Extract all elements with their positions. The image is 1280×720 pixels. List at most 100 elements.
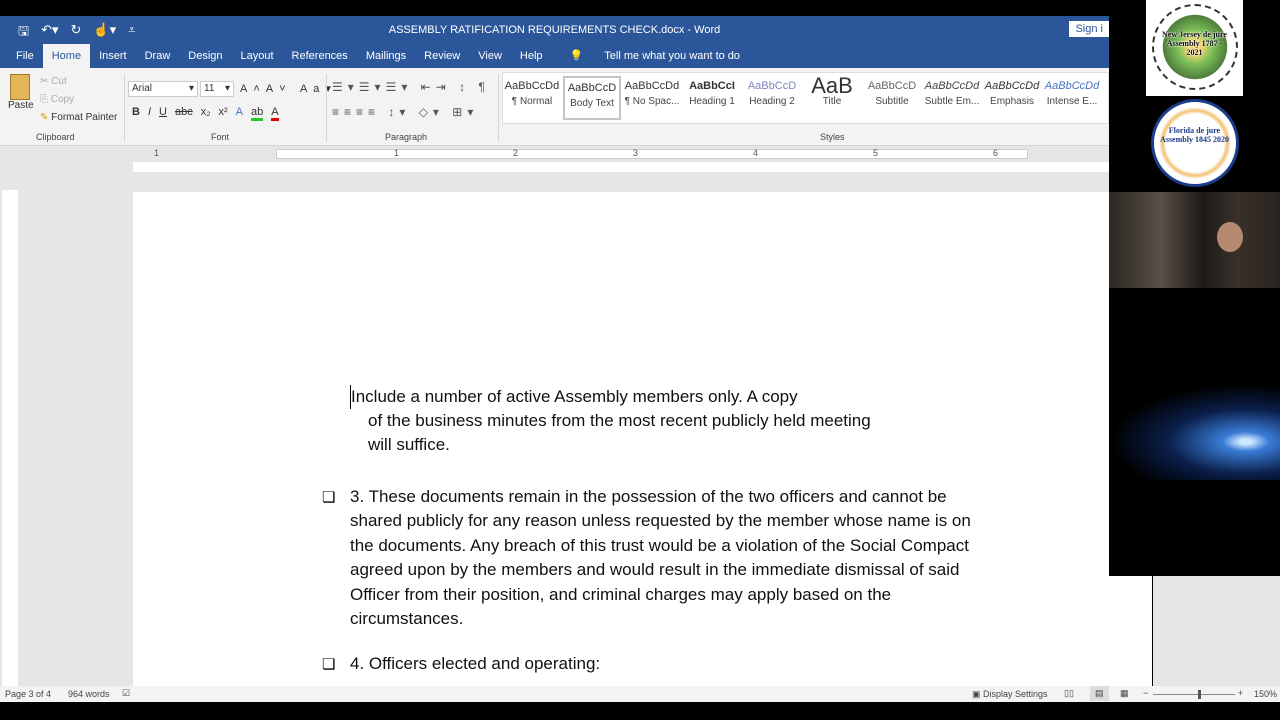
ruler-number: 4 xyxy=(753,148,759,158)
style-title[interactable]: AaB Title xyxy=(803,76,861,120)
tab-view[interactable]: View xyxy=(469,44,511,68)
style-normal[interactable]: AaBbCcDd ¶ Normal xyxy=(503,76,561,120)
style-preview: AaBbCcDd xyxy=(984,80,1040,92)
style-no-spacing[interactable]: AaBbCcDd ¶ No Spac... xyxy=(623,76,681,120)
style-heading-2[interactable]: AaBbCcD Heading 2 xyxy=(743,76,801,120)
style-name: Title xyxy=(822,96,842,107)
new-jersey-assembly-logo: New Jersey de jure Assembly 1787 - 2021 xyxy=(1146,0,1243,96)
proofing-icon[interactable]: ☑ xyxy=(122,688,130,699)
paragraph-line: the documents. Any breach of this trust … xyxy=(350,535,969,555)
style-preview: AaBbCcDd xyxy=(1044,80,1100,92)
tab-review[interactable]: Review xyxy=(415,44,469,68)
display-icon: ▣ xyxy=(972,689,981,699)
ruler-number: 2 xyxy=(513,148,519,158)
style-name: Body Text xyxy=(570,98,614,109)
clipboard-group-label: Clipboard xyxy=(36,132,75,142)
style-preview: AaBbCcD xyxy=(867,80,917,92)
paragraph-line: of the business minutes from the most re… xyxy=(368,411,871,430)
font-name-select[interactable]: Arial ▾ xyxy=(128,81,198,97)
checkbox-bullet-icon: ❏ xyxy=(322,489,336,506)
tab-layout[interactable]: Layout xyxy=(232,44,283,68)
print-layout-icon[interactable]: ▤ xyxy=(1090,686,1109,701)
zoom-in-button[interactable]: + xyxy=(1238,688,1243,698)
paragraph-line: 3. These documents remain in the possess… xyxy=(350,487,947,506)
paragraph-line: will suffice. xyxy=(368,435,450,454)
subscript-button[interactable]: x₂ xyxy=(201,106,211,121)
tab-design[interactable]: Design xyxy=(179,44,231,68)
style-name: Heading 2 xyxy=(749,96,795,107)
style-name: Subtitle xyxy=(875,96,909,107)
font-size-tools[interactable]: A˄A˅ Aa▾ xyxy=(240,82,337,95)
word-count[interactable]: 964 words xyxy=(68,689,110,699)
ruler-number: 6 xyxy=(993,148,999,158)
document-page[interactable]: Include a number of active Assembly memb… xyxy=(133,192,1152,686)
superscript-button[interactable]: x² xyxy=(219,106,228,121)
list-indent-buttons[interactable]: ☰▾☰▾☰▾ ⇤⇥ ↕ ¶ xyxy=(332,80,490,94)
style-subtle-emphasis[interactable]: AaBbCcDd Subtle Em... xyxy=(923,76,981,120)
highlight-button[interactable]: ab xyxy=(251,106,264,121)
style-heading-1[interactable]: AaBbCcI Heading 1 xyxy=(683,76,741,120)
read-mode-icon[interactable]: ▯▯ xyxy=(1064,688,1074,699)
underline-button[interactable]: U xyxy=(159,106,167,121)
paste-button[interactable]: Paste xyxy=(8,74,34,111)
ribbon-tabs: File Home Insert Draw Design Layout Refe… xyxy=(0,44,1109,68)
page-count[interactable]: Page 3 of 4 xyxy=(5,689,51,699)
style-subtitle[interactable]: AaBbCcD Subtitle xyxy=(863,76,921,120)
style-name: Emphasis xyxy=(990,96,1034,107)
font-format-buttons: BIU abc x₂ x² A ab A xyxy=(132,106,279,121)
styles-group-label: Styles xyxy=(820,132,845,142)
style-name: Heading 1 xyxy=(689,96,735,107)
copy-button[interactable]: ⎘ Copy xyxy=(40,94,74,105)
ruler-number: 5 xyxy=(873,148,879,158)
style-name: ¶ Normal xyxy=(511,96,553,107)
paragraph-line: circumstances. xyxy=(350,609,464,629)
tell-me-search[interactable]: 💡 Tell me what you want to do xyxy=(552,44,759,68)
paragraph-group-label: Paragraph xyxy=(385,132,428,142)
italic-button[interactable]: I xyxy=(148,106,151,121)
sign-in-button[interactable]: Sign i xyxy=(1069,21,1109,37)
font-size-value: 11 xyxy=(204,83,215,94)
document-area-right xyxy=(1153,576,1280,686)
display-settings-button[interactable]: ▣ Display Settings xyxy=(972,689,1048,700)
style-emphasis[interactable]: AaBbCcDd Emphasis xyxy=(983,76,1041,120)
tab-draw[interactable]: Draw xyxy=(136,44,180,68)
style-preview: AaBbCcD xyxy=(567,82,617,94)
horizontal-ruler[interactable]: 1 1 2 3 4 5 6 xyxy=(0,146,1109,162)
paragraph-line: Officer from their position, and crimina… xyxy=(350,584,892,604)
tab-references[interactable]: References xyxy=(283,44,357,68)
ribbon: Paste ✂ Cut ⎘ Copy ✎ Format Painter Clip… xyxy=(0,68,1109,146)
font-name-value: Arial xyxy=(132,83,153,94)
tab-insert[interactable]: Insert xyxy=(90,44,136,68)
zoom-out-button[interactable]: − xyxy=(1143,688,1148,698)
format-painter-button[interactable]: ✎ Format Painter xyxy=(40,112,117,123)
tab-help[interactable]: Help xyxy=(511,44,552,68)
title-bar: 🖫 ↶▾ ↻ ☝▾ ⩡ ASSEMBLY RATIFICATION REQUIR… xyxy=(0,16,1109,44)
font-color-button[interactable]: A xyxy=(271,106,279,121)
tab-mailings[interactable]: Mailings xyxy=(357,44,415,68)
tab-home[interactable]: Home xyxy=(42,44,91,68)
cut-button[interactable]: ✂ Cut xyxy=(40,76,67,87)
florida-assembly-logo: Florida de jure Assembly 1845 2020 xyxy=(1146,96,1243,190)
new-jersey-logo-text: New Jersey de jure Assembly 1787 - 2021 xyxy=(1162,30,1227,57)
florida-logo-text: Florida de jure Assembly 1845 2020 xyxy=(1160,126,1229,144)
bold-button[interactable]: B xyxy=(132,106,140,121)
vertical-ruler xyxy=(2,190,18,686)
strikethrough-button[interactable]: abc xyxy=(175,106,193,121)
style-intense-emphasis[interactable]: AaBbCcDd Intense E... xyxy=(1043,76,1101,120)
web-layout-icon[interactable]: ▦ xyxy=(1120,688,1129,699)
tell-me-label: Tell me what you want to do xyxy=(604,50,741,62)
zoom-slider-thumb[interactable] xyxy=(1198,690,1201,699)
list-item-3: 3. These documents remain in the possess… xyxy=(350,485,971,631)
zoom-slider[interactable] xyxy=(1153,690,1235,699)
alignment-buttons[interactable]: ≡≡≡≡ ↕▾ ◇▾ ⊞▾ xyxy=(332,105,478,119)
tab-file[interactable]: File xyxy=(0,44,43,68)
font-size-select[interactable]: 11 ▾ xyxy=(200,81,234,97)
style-name: Subtle Em... xyxy=(924,96,980,107)
clipboard-icon xyxy=(10,74,30,100)
zoom-level[interactable]: 150% xyxy=(1254,689,1277,699)
text-effects-button[interactable]: A xyxy=(236,106,243,121)
paragraph-line: shared publicly for any reason unless re… xyxy=(350,511,971,531)
style-body-text[interactable]: AaBbCcD Body Text xyxy=(563,76,621,120)
earth-video-tile xyxy=(1109,384,1280,480)
style-preview: AaBbCcDd xyxy=(924,80,980,92)
